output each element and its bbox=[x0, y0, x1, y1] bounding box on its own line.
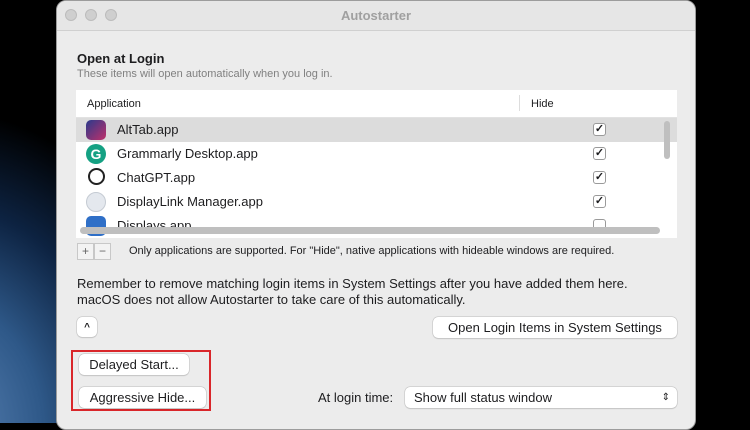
table-row[interactable]: ChatGPT.app ✓ bbox=[76, 166, 677, 190]
remove-button[interactable]: − bbox=[94, 243, 111, 260]
grammarly-icon: G bbox=[86, 144, 106, 164]
app-name: DisplayLink Manager.app bbox=[117, 194, 263, 209]
app-name: Grammarly Desktop.app bbox=[117, 146, 258, 161]
login-time-label: At login time: bbox=[318, 390, 394, 405]
horizontal-scrollbar[interactable] bbox=[80, 227, 660, 234]
table-header: Application Hide bbox=[76, 90, 677, 118]
info-line-2: macOS does not allow Autostarter to take… bbox=[77, 292, 466, 307]
aggressive-hide-button[interactable]: Aggressive Hide... bbox=[79, 387, 206, 408]
login-time-value: Show full status window bbox=[414, 390, 553, 405]
vertical-scrollbar[interactable] bbox=[664, 121, 670, 159]
hide-checkbox[interactable]: ✓ bbox=[593, 195, 606, 208]
collapse-button[interactable]: ^ bbox=[77, 317, 97, 337]
login-items-table: Application Hide AltTab.app ✓ G Grammarl… bbox=[76, 90, 677, 238]
app-name: ChatGPT.app bbox=[117, 170, 196, 185]
hide-checkbox[interactable]: ✓ bbox=[593, 147, 606, 160]
table-row[interactable]: Displays.app bbox=[76, 214, 677, 238]
login-time-select[interactable]: Show full status window ⇕ bbox=[405, 387, 677, 408]
title-bar: Autostarter bbox=[57, 1, 695, 31]
delayed-start-button[interactable]: Delayed Start... bbox=[79, 354, 189, 375]
table-row[interactable]: G Grammarly Desktop.app ✓ bbox=[76, 142, 677, 166]
support-notice: Only applications are supported. For "Hi… bbox=[129, 245, 615, 257]
open-login-items-button[interactable]: Open Login Items in System Settings bbox=[433, 317, 677, 338]
table-row[interactable]: AltTab.app ✓ bbox=[76, 118, 677, 142]
hide-checkbox[interactable]: ✓ bbox=[593, 171, 606, 184]
column-application[interactable]: Application bbox=[87, 98, 141, 110]
hide-checkbox[interactable]: ✓ bbox=[593, 123, 606, 136]
column-divider bbox=[519, 95, 520, 111]
add-button[interactable]: + bbox=[77, 243, 94, 260]
column-hide[interactable]: Hide bbox=[531, 98, 554, 110]
chevron-updown-icon: ⇕ bbox=[661, 392, 670, 403]
info-line-1: Remember to remove matching login items … bbox=[77, 276, 628, 291]
app-name: AltTab.app bbox=[117, 122, 179, 137]
autostarter-window: Autostarter Open at Login These items wi… bbox=[56, 0, 696, 430]
displaylink-icon bbox=[86, 192, 106, 212]
window-title: Autostarter bbox=[340, 8, 412, 23]
chatgpt-icon bbox=[88, 168, 105, 185]
table-row[interactable]: DisplayLink Manager.app ✓ bbox=[76, 190, 677, 214]
alttab-icon bbox=[86, 120, 106, 140]
section-title: Open at Login bbox=[77, 51, 165, 66]
section-subtitle: These items will open automatically when… bbox=[77, 68, 333, 80]
